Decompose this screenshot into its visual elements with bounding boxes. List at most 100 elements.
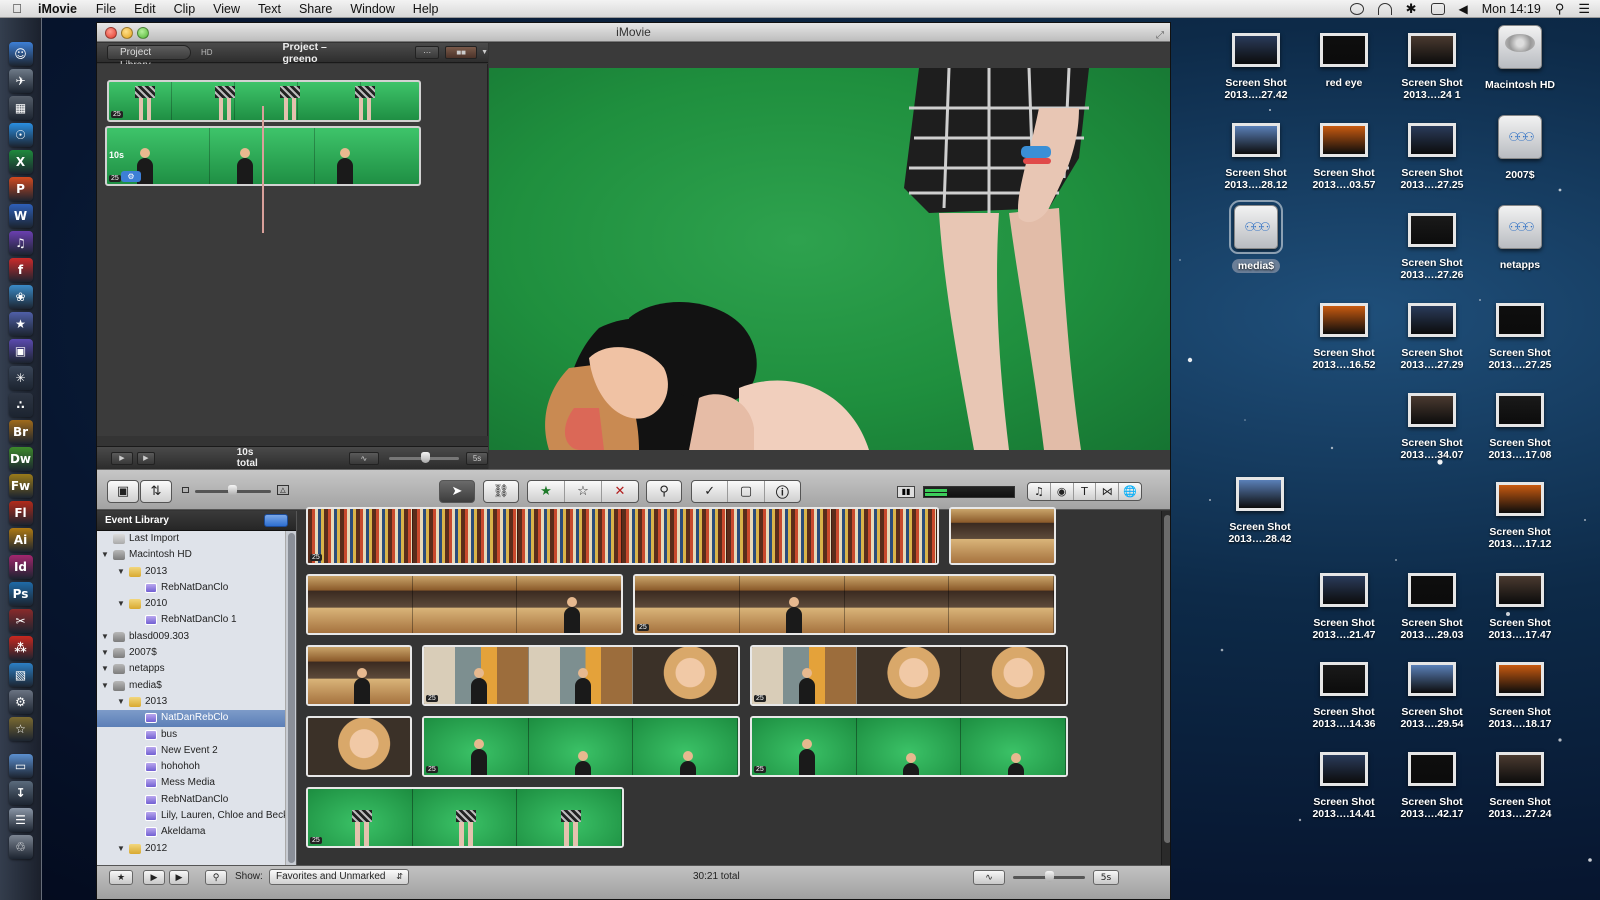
desktop-file-icon[interactable]: Screen Shot 2013….34.07 bbox=[1389, 393, 1475, 461]
eyedropper-button[interactable]: ✓ bbox=[692, 481, 729, 502]
desktop-file-icon[interactable]: red eye bbox=[1301, 33, 1387, 89]
imovie-icon[interactable]: ★ bbox=[8, 312, 33, 336]
downloads-icon[interactable]: ↧ bbox=[8, 781, 33, 805]
flash-pro-icon[interactable]: Fl bbox=[8, 501, 33, 525]
event-library-item[interactable]: Lily, Lauren, Chloe and Becky bbox=[97, 808, 296, 824]
desktop-file-icon[interactable]: Screen Shot 2013….29.54 bbox=[1389, 662, 1475, 730]
crop-button[interactable]: ▢ bbox=[728, 481, 765, 502]
menu-text[interactable]: Text bbox=[249, 2, 290, 16]
event-library-item[interactable]: New Event 2 bbox=[97, 743, 296, 759]
word-icon[interactable]: W bbox=[8, 204, 33, 228]
event-clip[interactable]: 25 bbox=[750, 645, 1068, 706]
disclosure-triangle-icon[interactable]: ▼ bbox=[117, 564, 125, 580]
screenshot-icon[interactable]: ▣ bbox=[8, 339, 33, 363]
project-view-options-button[interactable]: ⋯ bbox=[415, 46, 440, 59]
menu-share[interactable]: Share bbox=[290, 2, 341, 16]
event-clip[interactable]: 25 bbox=[633, 574, 1056, 635]
new-event-button[interactable]: ★ bbox=[109, 870, 133, 885]
event-library-item[interactable]: bus bbox=[97, 727, 296, 743]
network-icon[interactable]: ✳ bbox=[8, 366, 33, 390]
launchpad-icon[interactable]: ✈ bbox=[8, 69, 33, 93]
event-zoom-slider[interactable] bbox=[1011, 871, 1087, 884]
finder-icon[interactable]: ☺ bbox=[8, 42, 33, 66]
mission-control-icon[interactable]: ▦ bbox=[8, 96, 33, 120]
maps-browser-button[interactable]: 🌐 bbox=[1119, 483, 1141, 500]
viewer[interactable] bbox=[489, 43, 1170, 469]
disclosure-triangle-icon[interactable]: ▼ bbox=[101, 645, 109, 661]
desktop-file-icon[interactable]: Screen Shot 2013….14.36 bbox=[1301, 662, 1387, 730]
desktop-file-icon[interactable]: Screen Shot 2013….27.24 bbox=[1477, 752, 1563, 820]
project-storyboard[interactable]: 25 ♬ 10s ⚙ 25 bbox=[97, 64, 488, 436]
dreamweaver-icon[interactable]: Dw bbox=[8, 447, 33, 471]
desktop-file-icon[interactable]: Screen Shot 2013….14.41 bbox=[1301, 752, 1387, 820]
illustrator-icon[interactable]: Ai bbox=[8, 528, 33, 552]
desktop-file-icon[interactable]: Screen Shot 2013….24 1 bbox=[1389, 33, 1475, 101]
event-library-item[interactable]: ▼ 2010 bbox=[97, 596, 296, 612]
itunes-icon[interactable]: ♫ bbox=[8, 231, 33, 255]
clock[interactable]: Mon 14:19 bbox=[1482, 2, 1541, 16]
event-clip[interactable]: 25 bbox=[306, 787, 624, 848]
project-background-clip[interactable]: 25 bbox=[107, 80, 421, 122]
acrobat-icon[interactable]: ⁂ bbox=[8, 636, 33, 660]
menu-file[interactable]: File bbox=[87, 2, 125, 16]
zoom-window-button[interactable] bbox=[137, 27, 149, 39]
disclosure-triangle-icon[interactable]: ▼ bbox=[117, 596, 125, 612]
event-clip[interactable]: 25 bbox=[750, 716, 1068, 777]
event-browser-scrollbar[interactable] bbox=[1161, 511, 1170, 865]
desktop-file-icon[interactable]: Screen Shot 2013….27.42 bbox=[1213, 33, 1299, 101]
flash-icon[interactable]: f bbox=[8, 258, 33, 282]
menu-edit[interactable]: Edit bbox=[125, 2, 165, 16]
thumbnail-size-slider[interactable] bbox=[195, 485, 271, 498]
desktop-drive-icon[interactable]: 2007$ bbox=[1477, 115, 1563, 181]
close-window-button[interactable] bbox=[105, 27, 117, 39]
menu-view[interactable]: View bbox=[204, 2, 249, 16]
search-events-icon[interactable]: ⚲ bbox=[205, 870, 227, 885]
event-library-item[interactable]: ▼ 2013 bbox=[97, 564, 296, 580]
safari-icon[interactable]: ☉ bbox=[8, 123, 33, 147]
show-filter-select[interactable]: Favorites and Unmarked ⇵ bbox=[269, 869, 409, 885]
desktop-file-icon[interactable]: Screen Shot 2013….27.26 bbox=[1389, 213, 1475, 281]
event-library-item[interactable]: RebNatDanClo 1 bbox=[97, 612, 296, 628]
keyword-button[interactable]: ⚲ bbox=[646, 480, 682, 503]
iphoto-icon[interactable]: ❀ bbox=[8, 285, 33, 309]
event-library-item[interactable]: RebNatDanClo bbox=[97, 580, 296, 596]
bluetooth-icon[interactable]: ✱ bbox=[1406, 1, 1417, 17]
menu-clip[interactable]: Clip bbox=[165, 2, 205, 16]
import-camera-button[interactable]: ▣ bbox=[107, 480, 139, 503]
desktop-drive-icon[interactable]: netapps bbox=[1477, 205, 1563, 271]
desktop-file-icon[interactable]: Screen Shot 2013….27.25 bbox=[1389, 123, 1475, 191]
powerpoint-icon[interactable]: P bbox=[8, 177, 33, 201]
fireworks-icon[interactable]: Fw bbox=[8, 474, 33, 498]
pdf-tools-icon[interactable]: ✂ bbox=[8, 609, 33, 633]
playhead[interactable] bbox=[262, 106, 264, 233]
event-library-item[interactable]: ▼ netapps bbox=[97, 661, 296, 677]
event-clip[interactable]: 25 bbox=[306, 507, 939, 565]
window-titlebar[interactable]: iMovie ⤢ bbox=[97, 23, 1170, 42]
event-library-item[interactable]: RebNatDanClo bbox=[97, 792, 296, 808]
event-library-item[interactable]: NatDanRebClo bbox=[97, 710, 296, 727]
desktop-file-icon[interactable]: Screen Shot 2013….29.03 bbox=[1389, 573, 1475, 641]
event-library-item[interactable]: ▼ blasd009.303 bbox=[97, 629, 296, 645]
desktop-file-icon[interactable]: Screen Shot 2013….16.52 bbox=[1301, 303, 1387, 371]
apple-menu-icon[interactable]:  bbox=[0, 1, 34, 16]
title-browser-button[interactable]: T bbox=[1074, 483, 1097, 500]
event-library-item[interactable]: Mess Media bbox=[97, 775, 296, 791]
event-library-item[interactable]: ▼ 2012 bbox=[97, 841, 296, 857]
event-library-item[interactable]: hohohoh bbox=[97, 759, 296, 775]
event-library-toggle-button[interactable] bbox=[264, 514, 288, 527]
event-clip[interactable]: 25 bbox=[422, 716, 740, 777]
desktop-drive-icon[interactable]: media$ bbox=[1213, 200, 1299, 273]
wifi-icon[interactable] bbox=[1377, 2, 1392, 15]
event-clip[interactable] bbox=[306, 574, 623, 635]
select-tool-button[interactable]: ➤ bbox=[439, 480, 475, 503]
event-library-item[interactable]: ▼ 2013 bbox=[97, 694, 296, 710]
event-library-scrollbar[interactable] bbox=[285, 531, 296, 865]
volume-icon[interactable]: ◀ bbox=[1459, 2, 1468, 16]
disk-utility-icon[interactable]: ⚙ bbox=[8, 690, 33, 714]
minimize-window-button[interactable] bbox=[121, 27, 133, 39]
photo-browser-button[interactable]: ◉ bbox=[1051, 483, 1074, 500]
spotlight-search-icon[interactable]: ⚲ bbox=[1555, 1, 1565, 17]
desktop-file-icon[interactable]: Screen Shot 2013….17.08 bbox=[1477, 393, 1563, 461]
notification-center-icon[interactable]: ☰ bbox=[1578, 1, 1590, 17]
event-library-item[interactable]: Last Import bbox=[97, 531, 296, 547]
